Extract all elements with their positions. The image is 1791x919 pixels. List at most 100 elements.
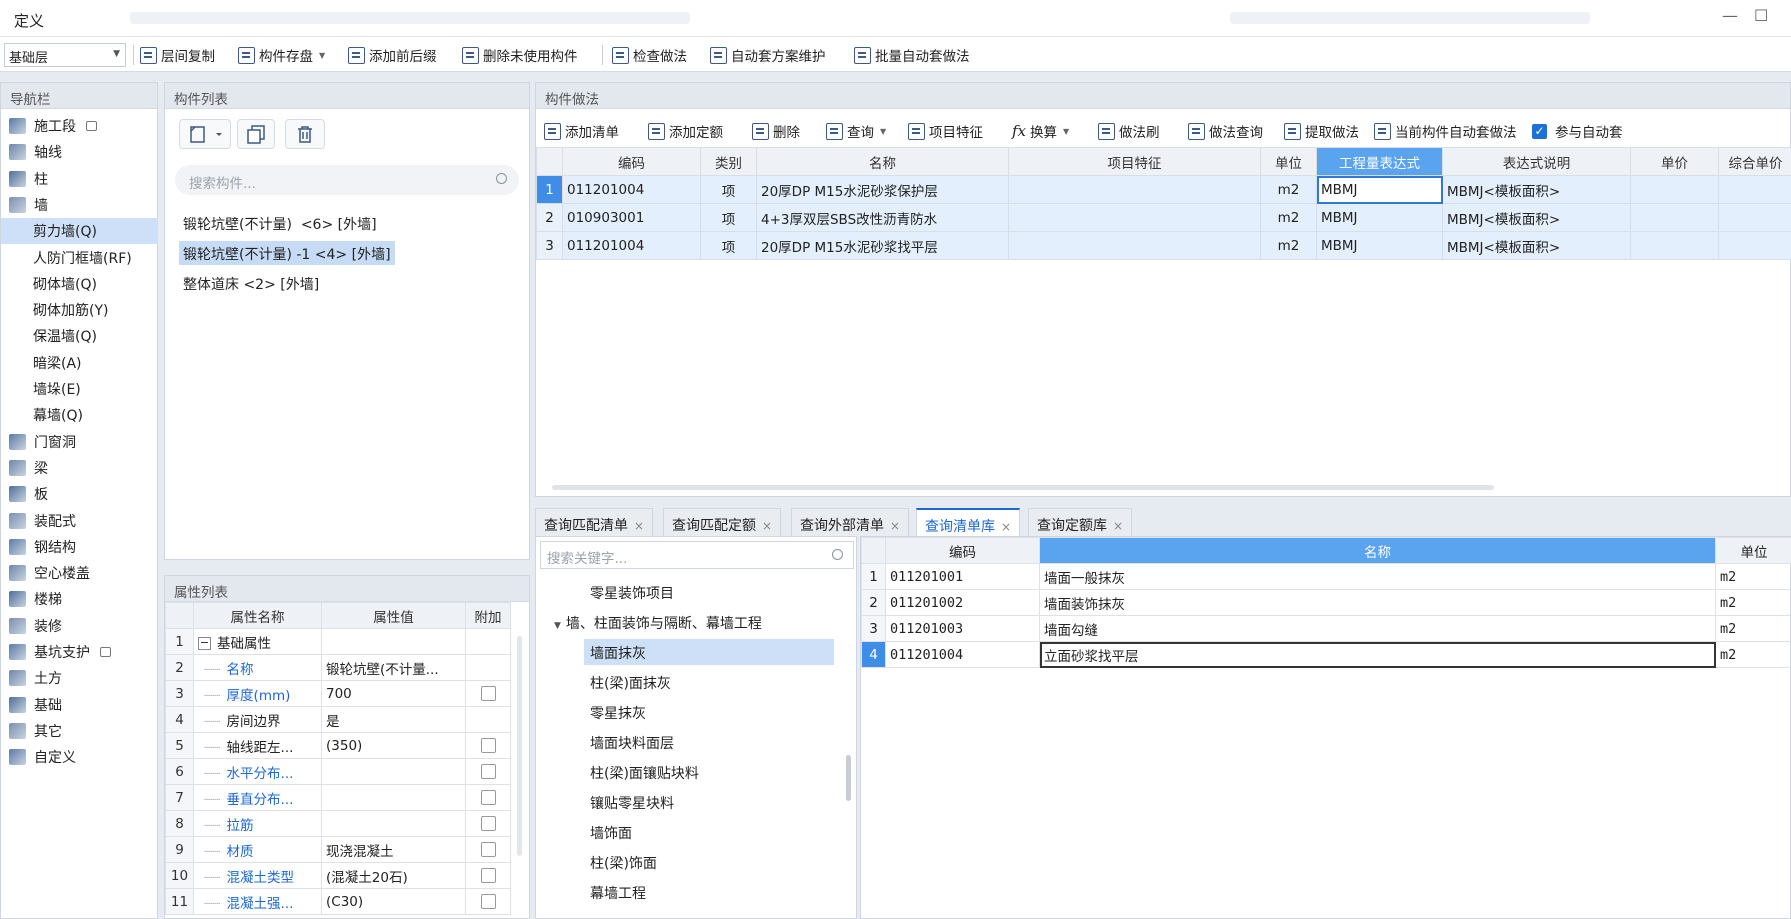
checkbox-icon[interactable]: ✓ [1532, 123, 1547, 139]
library-code[interactable]: 011201002 [885, 589, 1040, 616]
property-row[interactable]: 10 ┈┈ 混凝土类型 (混凝土20石) [165, 862, 511, 889]
method-cell-code[interactable]: 010903001 [562, 203, 701, 232]
expand-icon[interactable]: ▼ [554, 621, 561, 631]
library-unit[interactable]: m2 [1715, 563, 1791, 590]
property-checkbox[interactable] [480, 868, 496, 883]
method-tool-feature[interactable]: 项目特征 [908, 119, 983, 143]
library-row[interactable]: 2 011201002 墙面装饰抹灰 m2 [861, 589, 1791, 616]
property-checkbox[interactable] [480, 790, 496, 805]
method-cell-unit[interactable]: m2 [1260, 203, 1317, 232]
method-cell-feature[interactable] [1008, 231, 1261, 260]
method-cell-desc[interactable]: MBMJ<模板面积> [1442, 203, 1631, 232]
library-scrollbar[interactable] [846, 755, 851, 801]
close-icon[interactable]: × [634, 519, 644, 533]
query-tab[interactable]: 查询匹配定额 × [663, 508, 782, 536]
library-unit[interactable]: m2 [1715, 615, 1791, 642]
property-value[interactable]: (C30) [321, 888, 466, 915]
check-method-button[interactable]: 检查做法 [612, 43, 687, 67]
nav-item[interactable]: 砌体加筋(Y) [1, 297, 158, 323]
method-cell-feature[interactable] [1008, 203, 1261, 232]
property-checkbox[interactable] [480, 894, 496, 909]
nav-item[interactable]: 自定义 [1, 744, 158, 770]
query-tab[interactable]: 查询外部清单 × [791, 508, 910, 536]
nav-item[interactable]: 梁 [1, 455, 158, 481]
library-tree-item[interactable]: 柱(梁)面镶贴块料 [584, 759, 705, 785]
library-tree-item[interactable]: 柱(梁)面抹灰 [584, 669, 677, 695]
nav-item[interactable]: 墙 [1, 192, 158, 218]
nav-item[interactable]: 幕墙(Q) [1, 402, 158, 428]
method-cell-desc[interactable]: MBMJ<模板面积> [1442, 231, 1631, 260]
method-cell-type[interactable]: 项 [700, 231, 757, 260]
save-component-button[interactable]: 构件存盘 ▼ [238, 43, 325, 67]
new-component-button[interactable] [179, 119, 231, 149]
library-tree-item[interactable]: 镶贴零星块料 [584, 789, 680, 815]
copy-component-button[interactable] [237, 119, 275, 149]
nav-item[interactable]: 其它 [1, 718, 158, 744]
method-cell-desc[interactable]: MBMJ<模板面积> [1442, 175, 1631, 204]
method-tool-brush[interactable]: 做法刷 [1098, 119, 1160, 143]
method-cell-expr[interactable]: MBMJ [1316, 231, 1443, 260]
property-row[interactable]: 2 ┈┈ 名称 锻轮坑壁(不计量... [165, 654, 511, 681]
method-cell-type[interactable]: 项 [700, 175, 757, 204]
library-code[interactable]: 011201001 [885, 563, 1040, 590]
nav-item[interactable]: 柱 [1, 166, 158, 192]
property-value[interactable]: 700 [321, 680, 466, 707]
component-item[interactable]: 整体道床 <2> [外墙] [179, 271, 323, 295]
library-name[interactable]: 墙面装饰抹灰 [1039, 589, 1716, 616]
property-row[interactable]: 6 ┈┈ 水平分布... [165, 758, 511, 785]
property-value[interactable] [321, 758, 466, 785]
method-cell-name[interactable]: 20厚DP M15水泥砂浆找平层 [756, 231, 1009, 260]
method-tool-formula[interactable]: fx 换算 ▼ [1012, 119, 1069, 143]
method-cell-code[interactable]: 011201004 [562, 175, 701, 204]
nav-item[interactable]: 土方 [1, 665, 158, 691]
library-tree-item[interactable]: 幕墙工程 [584, 879, 652, 905]
nav-item[interactable]: 基坑支护 [1, 639, 158, 665]
method-row[interactable]: 2 010903001 项 4+3厚双层SBS改性沥青防水 m2 MBMJ MBMJ<模板面… [536, 203, 1791, 232]
auto-scheme-button[interactable]: 自动套方案维护 [710, 43, 826, 67]
property-value[interactable]: (350) [321, 732, 466, 759]
library-row[interactable]: 4 011201004 立面砂浆找平层 m2 [861, 641, 1791, 668]
library-name[interactable]: 立面砂浆找平层 [1039, 641, 1716, 668]
method-hscrollbar[interactable] [552, 485, 1494, 490]
method-cell-name[interactable]: 20厚DP M15水泥砂浆保护层 [756, 175, 1009, 204]
method-cell-type[interactable]: 项 [700, 203, 757, 232]
nav-item[interactable]: 暗梁(A) [1, 350, 158, 376]
method-tool-query[interactable]: 查询 ▼ [826, 119, 886, 143]
property-value[interactable] [321, 628, 466, 655]
nav-item[interactable]: 人防门框墙(RF) [1, 245, 158, 271]
method-cell-unit[interactable]: m2 [1260, 175, 1317, 204]
query-tab[interactable]: 查询匹配清单 × [535, 508, 654, 536]
method-cell-total-price[interactable] [1718, 175, 1791, 204]
nav-item[interactable]: 钢结构 [1, 534, 158, 560]
minimize-button[interactable]: — [1722, 6, 1738, 25]
property-value[interactable]: (混凝土20石) [321, 862, 466, 889]
property-scrollbar[interactable] [517, 636, 522, 856]
query-tab[interactable]: 查询定额库 × [1028, 508, 1133, 536]
library-row[interactable]: 1 011201001 墙面一般抹灰 m2 [861, 563, 1791, 590]
delete-component-button[interactable] [285, 119, 325, 149]
property-row[interactable]: 3 ┈┈ 厚度(mm) 700 [165, 680, 511, 707]
property-row[interactable]: 7 ┈┈ 垂直分布... [165, 784, 511, 811]
library-name[interactable]: 墙面一般抹灰 [1039, 563, 1716, 590]
property-row[interactable]: 9 ┈┈ 材质 现浇混凝土 [165, 836, 511, 863]
property-row[interactable]: 8 ┈┈ 拉筋 [165, 810, 511, 837]
close-icon[interactable]: × [762, 519, 772, 533]
add-affix-button[interactable]: 添加前后缀 [348, 43, 437, 67]
library-code[interactable]: 011201003 [885, 615, 1040, 642]
floor-select[interactable]: 基础层 ▼ [4, 43, 126, 67]
property-value[interactable]: 现浇混凝土 [321, 836, 466, 863]
close-icon[interactable]: × [1113, 519, 1123, 533]
component-search-input[interactable]: 搜索构件... [175, 165, 519, 195]
nav-item[interactable]: 保温墙(Q) [1, 323, 158, 349]
library-name[interactable]: 墙面勾缝 [1039, 615, 1716, 642]
method-cell-price[interactable] [1630, 175, 1719, 204]
nav-item[interactable]: 剪力墙(Q) [1, 218, 158, 245]
property-row[interactable]: 4 ┈┈ 房间边界是 [165, 706, 511, 733]
library-tree-item[interactable]: 柱(梁)饰面 [584, 849, 663, 875]
property-row[interactable]: 11 ┈┈ 混凝土强... (C30) [165, 888, 511, 915]
library-code[interactable]: 011201004 [885, 641, 1040, 668]
property-checkbox[interactable] [480, 816, 496, 831]
nav-item[interactable]: 基础 [1, 692, 158, 718]
method-cell-price[interactable] [1630, 231, 1719, 260]
close-icon[interactable]: × [890, 519, 900, 533]
